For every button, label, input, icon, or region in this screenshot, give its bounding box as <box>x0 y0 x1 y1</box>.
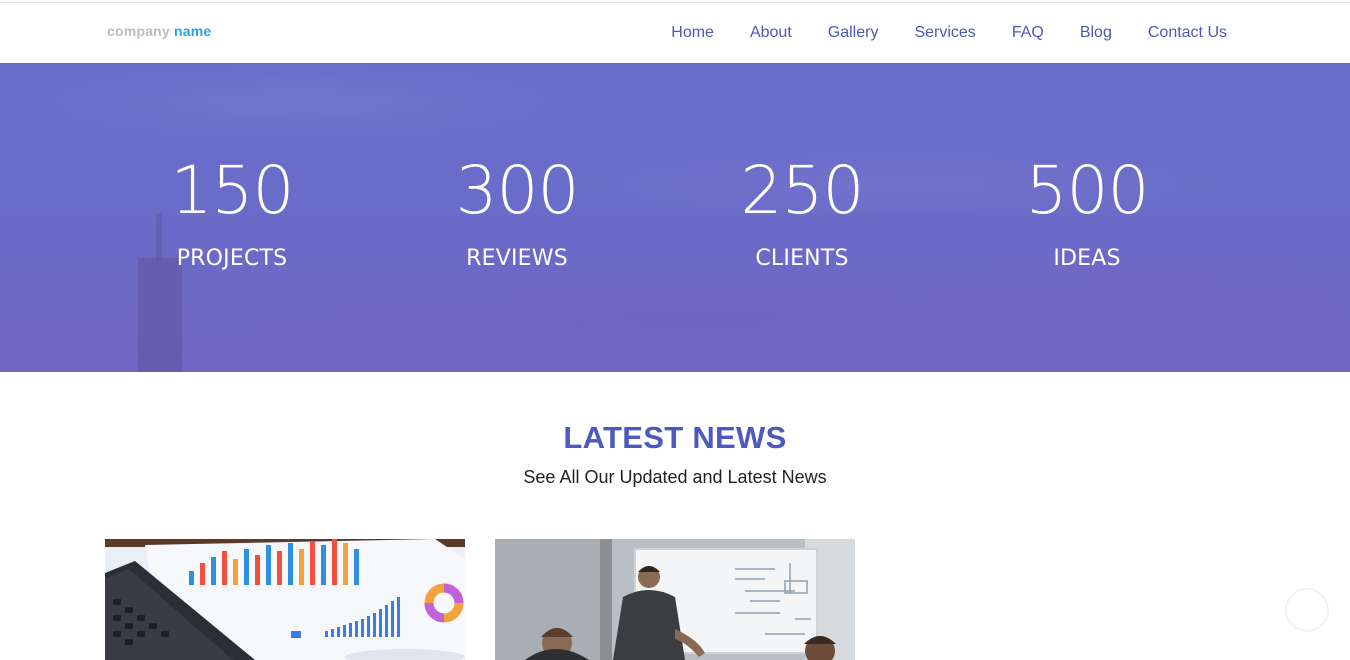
company-logo[interactable]: company name <box>107 23 211 39</box>
stat-label: IDEAS <box>1053 246 1121 271</box>
meeting-photo <box>495 539 855 660</box>
main-nav: Home About Gallery Services FAQ Blog Con… <box>653 22 1227 44</box>
stat-number: 250 <box>740 152 865 229</box>
logo-text-company: company <box>107 23 170 39</box>
stat-reviews: 300 REVIEWS <box>397 151 637 273</box>
tower-silhouette <box>138 258 182 372</box>
news-card-image-meeting[interactable] <box>495 539 855 660</box>
stat-label: CLIENTS <box>755 246 849 271</box>
stat-number: 150 <box>170 152 295 229</box>
nav-contact-link[interactable]: Contact Us <box>1130 22 1227 44</box>
stats-banner: 150 PROJECTS 300 REVIEWS 250 CLIENTS 500… <box>0 63 1350 372</box>
news-section-subtitle: See All Our Updated and Latest News <box>523 467 827 487</box>
decorative-circle-icon <box>1285 588 1329 632</box>
stat-label: PROJECTS <box>176 246 288 271</box>
site-header: company name Home About Gallery Services… <box>0 2 1350 63</box>
stat-clients: 250 CLIENTS <box>682 151 922 273</box>
nav-gallery-link[interactable]: Gallery <box>810 22 897 44</box>
stat-ideas: 500 IDEAS <box>967 151 1207 273</box>
logo-text-name: name <box>173 23 212 39</box>
stat-number: 500 <box>1025 152 1150 229</box>
stat-label: REVIEWS <box>466 246 568 271</box>
stat-projects: 150 PROJECTS <box>112 151 352 273</box>
news-section-title: LATEST NEWS <box>563 420 787 455</box>
nav-services-link[interactable]: Services <box>896 22 993 44</box>
nav-about-link[interactable]: About <box>732 22 810 44</box>
analytics-photo <box>105 539 465 660</box>
nav-blog-link[interactable]: Blog <box>1062 22 1130 44</box>
stat-number: 300 <box>455 152 580 229</box>
news-card-image-analytics[interactable] <box>105 539 465 660</box>
nav-faq-link[interactable]: FAQ <box>994 22 1062 44</box>
nav-home-link[interactable]: Home <box>653 22 732 44</box>
